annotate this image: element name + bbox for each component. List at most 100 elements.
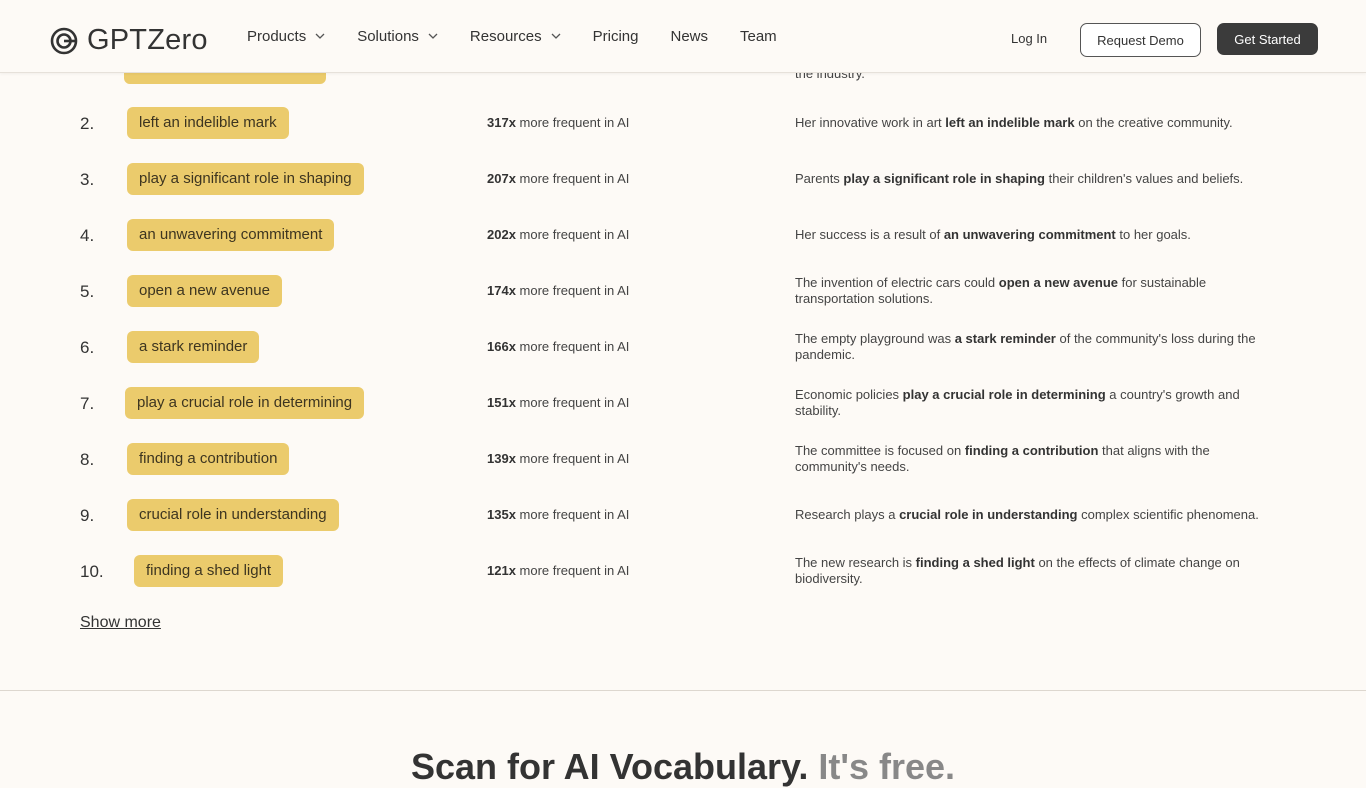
phrase-pill: open a new avenue [127,275,282,307]
nav-item-resources[interactable]: Resources [470,28,561,45]
example-highlight: left an indelible mark [945,115,1075,130]
nav-item-products[interactable]: Products [247,28,325,45]
frequency-multiplier: 202x [487,227,516,242]
row-number: 9. [80,506,95,525]
example-sentence: Her success is a result of an unwavering… [795,227,1285,243]
frequency-suffix: more frequent in AI [519,115,630,130]
example-text: Research plays a [795,507,900,522]
nav-item-label: Pricing [592,27,639,45]
frequency-multiplier: 121x [487,563,516,578]
list-item: 5. open a new avenue 174x more frequent in… [0,263,1366,319]
get-started-button[interactable]: Get Started [1217,23,1318,55]
list-item: 2. left an indelible mark 317x more freque… [0,95,1366,151]
row-number: 8. [80,450,95,469]
nav-item-team[interactable]: Team [740,28,777,45]
frequency-text: 317x more frequent in AI [487,115,629,130]
example-text: Her success is a result of [795,227,944,242]
row-number: 10. [80,562,104,581]
phrase-pill: finding a shed light [134,555,284,587]
frequency-text: 174x more frequent in AI [487,283,629,298]
request-demo-button[interactable]: Request Demo [1080,23,1201,57]
frequency-multiplier: 207x [487,171,516,186]
list-item: 6. a stark reminder 166x more frequent in … [0,319,1366,375]
example-sentence: The empty playground was a stark reminde… [795,331,1285,363]
frequency-multiplier: 139x [487,451,516,466]
frequency-text: 151x more frequent in AI [487,395,629,410]
example-text: Economic policies [795,387,903,402]
chevron-down-icon [428,33,438,39]
example-sentence: Research plays a crucial role in underst… [795,507,1285,523]
example-text: The committee is focused on [795,443,965,458]
frequency-text: 135x more frequent in AI [487,507,629,522]
example-highlight: finding a shed light [915,555,1035,570]
nav-item-pricing[interactable]: Pricing [593,28,639,45]
example-highlight: play a crucial role in determining [902,387,1106,402]
frequency-multiplier: 166x [487,339,516,354]
example-sentence: Economic policies play a crucial role in… [795,387,1285,419]
example-sentence: Parents play a significant role in shapi… [795,171,1285,187]
list-item: 4. an unwavering commitment 202x more freq… [0,207,1366,263]
nav-item-label: Team [740,27,777,45]
frequency-suffix: more frequent in AI [519,395,630,410]
nav-item-news[interactable]: News [670,28,708,45]
example-text: The empty playground was [795,331,955,346]
example-sentence: The new research is finding a shed light… [795,555,1285,587]
example-highlight: a stark reminder [954,331,1056,346]
nav-item-solutions[interactable]: Solutions [357,28,438,45]
frequency-suffix: more frequent in AI [519,507,630,522]
example-text: complex scientific phenomena. [1077,507,1259,522]
frequency-multiplier: 135x [487,507,516,522]
show-more-link[interactable]: Show more [80,614,161,632]
phrase-pill: a stark reminder [127,331,260,363]
login-link[interactable]: Log In [1011,31,1047,46]
list-item: 3. play a significant role in shaping 207x… [0,151,1366,207]
phrase-pill: crucial role in understanding [127,499,339,531]
frequency-suffix: more frequent in AI [519,451,630,466]
row-number: 4. [80,226,95,245]
chevron-down-icon [315,33,325,39]
site-header: GPTZero Products Solutions Resources Pricin… [0,0,1366,73]
phrase-pill: left an indelible mark [127,107,289,139]
frequency-multiplier: 174x [487,283,516,298]
frequency-text: 139x more frequent in AI [487,451,629,466]
example-text: The new research is [795,555,916,570]
row-number: 6. [80,338,95,357]
nav-item-label: Resources [469,27,542,45]
example-highlight: crucial role in understanding [899,507,1078,522]
row-number: 2. [80,114,95,133]
list-item: 7. play a crucial role in determining 151x… [0,375,1366,431]
example-sentence: Her innovative work in art left an indel… [795,115,1285,131]
frequency-suffix: more frequent in AI [519,171,630,186]
frequency-text: 202x more frequent in AI [487,227,629,242]
example-text: Parents [795,171,844,186]
phrase-pill: play a significant role in shaping [127,163,364,195]
gptzero-logo-icon [50,27,78,54]
example-text: their children's values and beliefs. [1044,171,1244,186]
list-item: 9. crucial role in understanding 135x more… [0,487,1366,543]
example-text: The invention of electric cars could [795,275,999,290]
list-item: 10. finding a shed light 121x more frequen… [0,543,1366,599]
frequency-text: 207x more frequent in AI [487,171,629,186]
list-item: 8. finding a contribution 139x more freque… [0,431,1366,487]
example-text: Her innovative work in art [795,115,946,130]
frequency-multiplier: 151x [487,395,516,410]
example-highlight: an unwavering commitment [943,227,1116,242]
phrase-pill: finding a contribution [127,443,290,475]
example-text: to her goals. [1115,227,1191,242]
chevron-down-icon [551,33,561,39]
nav-item-label: Products [247,27,307,45]
logo-text: GPTZero [87,24,208,56]
frequency-suffix: more frequent in AI [519,339,630,354]
logo[interactable]: GPTZero [50,24,208,57]
scan-heading-muted: It's free. [818,746,956,787]
frequency-text: 166x more frequent in AI [487,339,629,354]
nav-item-label: Solutions [357,27,419,45]
example-text: on the creative community. [1074,115,1233,130]
section-divider [0,690,1366,691]
phrase-pill: an unwavering commitment [127,219,335,251]
scan-heading: Scan for AI Vocabulary. It's free. [0,746,1366,788]
main-nav: Products Solutions Resources Pricing News Tea… [247,0,809,72]
scan-heading-main: Scan for AI Vocabulary. [410,746,809,787]
row-number: 7. [80,394,95,413]
frequency-suffix: more frequent in AI [519,227,630,242]
